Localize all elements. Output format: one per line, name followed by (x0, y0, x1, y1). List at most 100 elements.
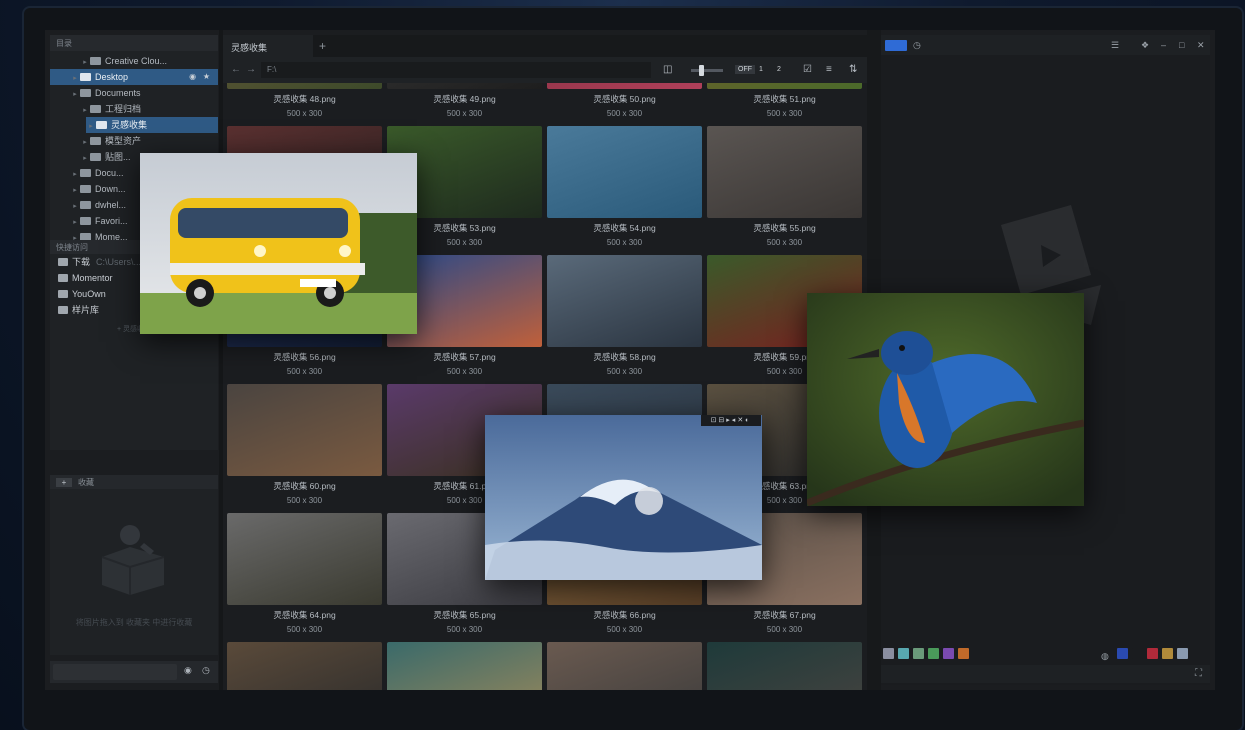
color-swatch[interactable] (913, 648, 924, 659)
thumbnail-image[interactable] (387, 642, 542, 690)
fullscreen-icon[interactable]: ⛶ (1195, 668, 1202, 679)
bucket-icon[interactable]: ◉ (184, 665, 192, 676)
chevron-right-icon[interactable]: ▸ (70, 215, 80, 229)
color-swatch[interactable] (943, 648, 954, 659)
page-2-button[interactable]: 2 (774, 65, 784, 74)
chevron-right-icon[interactable]: ▸ (70, 87, 80, 101)
thumbnail-image[interactable] (227, 384, 382, 476)
maximize-icon[interactable]: □ (1179, 40, 1184, 50)
thumbnail-card[interactable]: 灵感收集 50.png 500 x 300 (547, 83, 702, 118)
thumbnail-image[interactable] (547, 83, 702, 89)
quick-item-label: YouOwn (72, 289, 106, 299)
tree-item[interactable]: ▸ Creative Clou... (50, 53, 218, 69)
color-swatch[interactable] (1177, 648, 1189, 659)
floating-image-mountain[interactable]: ⊡⊟▸◂✕◐ (485, 415, 762, 580)
folder-icon (80, 217, 91, 225)
chevron-right-icon[interactable]: ▸ (80, 135, 90, 149)
tree-item[interactable]: ▸ 灵感收集 (86, 117, 218, 133)
thumbnail-card[interactable] (387, 642, 542, 690)
chevron-right-icon[interactable]: ▸ (80, 55, 90, 69)
path-input[interactable]: F:\ (261, 62, 651, 78)
thumbnail-card[interactable]: 灵感收集 49.png 500 x 300 (387, 83, 542, 118)
tree-item[interactable]: ▸ 模型资产 (50, 133, 218, 149)
tree-item-label: Down... (95, 184, 126, 194)
color-swatch[interactable] (1132, 648, 1144, 659)
yellow-van-image (140, 153, 417, 334)
thumbnail-image[interactable] (707, 642, 862, 690)
thumbnail-card[interactable]: 灵感收集 48.png 500 x 300 (227, 83, 382, 118)
thumbnail-filename: 灵感收集 64.png (273, 610, 336, 620)
thumbnail-filename: 灵感收集 65.png (433, 610, 496, 620)
eyedropper-icon[interactable]: ◍ (1101, 651, 1109, 661)
color-swatch[interactable] (1162, 648, 1174, 659)
folder-icon (80, 89, 91, 97)
thumbnail-card[interactable] (547, 642, 702, 690)
floating-image-van[interactable] (140, 153, 417, 334)
thumbnail-filename: 灵感收集 55.png (753, 223, 816, 233)
thumbnail-image[interactable] (227, 83, 382, 89)
chevron-right-icon[interactable]: ▸ (86, 119, 96, 133)
tab-inspiration[interactable]: 灵感收集 (223, 35, 313, 57)
preview-tag[interactable] (885, 40, 907, 51)
thumbnail-card[interactable]: 灵感收集 58.png 500 x 300 (547, 255, 702, 376)
color-swatch[interactable] (883, 648, 894, 659)
tree-item[interactable]: ▸ Documents (50, 85, 218, 101)
eye-icon[interactable]: ◉ ★ (189, 69, 210, 85)
thumbnail-image[interactable] (707, 83, 862, 89)
color-swatch[interactable] (898, 648, 909, 659)
menu-icon[interactable]: ☰ (1111, 40, 1119, 51)
chevron-right-icon[interactable]: ▸ (70, 167, 80, 181)
tree-item[interactable]: ▸ Desktop ◉ ★ (50, 69, 218, 85)
thumbnail-filename: 灵感收集 48.png (273, 94, 336, 104)
filter-icon[interactable]: ≡ (826, 64, 832, 75)
close-icon[interactable]: ✕ (1197, 40, 1205, 51)
thumbnail-image[interactable] (227, 642, 382, 690)
color-swatches (883, 648, 973, 661)
thumbnail-card[interactable]: 灵感收集 60.png 500 x 300 (227, 384, 382, 505)
thumbnail-image[interactable] (547, 255, 702, 347)
color-swatch[interactable] (958, 648, 969, 659)
floating-image-kingfisher[interactable] (807, 293, 1084, 506)
color-swatch[interactable] (1147, 648, 1159, 659)
forward-button[interactable]: → (246, 64, 256, 75)
chevron-right-icon[interactable]: ▸ (80, 151, 90, 165)
thumbnail-filename: 灵感收集 58.png (593, 352, 656, 362)
filter-input[interactable] (53, 664, 177, 680)
thumbnail-dimensions: 500 x 300 (286, 625, 323, 634)
overlay-tools[interactable]: ⊡⊟▸◂✕◐ (701, 415, 761, 426)
add-tab-button[interactable]: + (319, 39, 326, 53)
thumbnail-card[interactable]: 灵感收集 55.png 500 x 300 (707, 126, 862, 247)
zoom-slider-knob[interactable] (699, 65, 704, 76)
back-button[interactable]: ← (231, 64, 241, 75)
chevron-right-icon[interactable]: ▸ (70, 71, 80, 85)
thumbnail-image[interactable] (227, 513, 382, 605)
chevron-right-icon[interactable]: ▸ (70, 183, 80, 197)
thumbnail-filename: 灵感收集 56.png (273, 352, 336, 362)
page-1-button[interactable]: 1 (756, 65, 766, 74)
off-toggle[interactable]: OFF (735, 65, 755, 74)
thumbnail-image[interactable] (387, 83, 542, 89)
thumbnail-card[interactable]: 灵感收集 54.png 500 x 300 (547, 126, 702, 247)
thumbnail-card[interactable]: 灵感收集 51.png 500 x 300 (707, 83, 862, 118)
color-swatch[interactable] (1117, 648, 1129, 659)
pin-icon[interactable]: ❖ (1141, 40, 1149, 51)
tree-item[interactable]: ▸ 工程归档 (50, 101, 218, 117)
minimize-icon[interactable]: – (1161, 40, 1166, 50)
chevron-right-icon[interactable]: ▸ (70, 199, 80, 213)
folder-icon (80, 201, 91, 209)
thumbnail-image[interactable] (547, 642, 702, 690)
add-collection-button[interactable]: + (56, 478, 72, 487)
sort-icon[interactable]: ⇅ (849, 64, 857, 75)
select-all-icon[interactable]: ☑ (803, 64, 812, 75)
chevron-right-icon[interactable]: ▸ (80, 103, 90, 117)
thumbnail-card[interactable] (227, 642, 382, 690)
history-icon[interactable]: ◷ (202, 665, 210, 676)
thumbnail-card[interactable]: 灵感收集 64.png 500 x 300 (227, 513, 382, 634)
thumbnail-card[interactable] (707, 642, 862, 690)
folder-view-icon[interactable]: ◫ (663, 64, 672, 75)
thumbnail-image[interactable] (707, 126, 862, 218)
color-swatch[interactable] (928, 648, 939, 659)
history-icon[interactable]: ◷ (913, 40, 921, 51)
zoom-slider[interactable] (691, 65, 723, 76)
thumbnail-image[interactable] (547, 126, 702, 218)
